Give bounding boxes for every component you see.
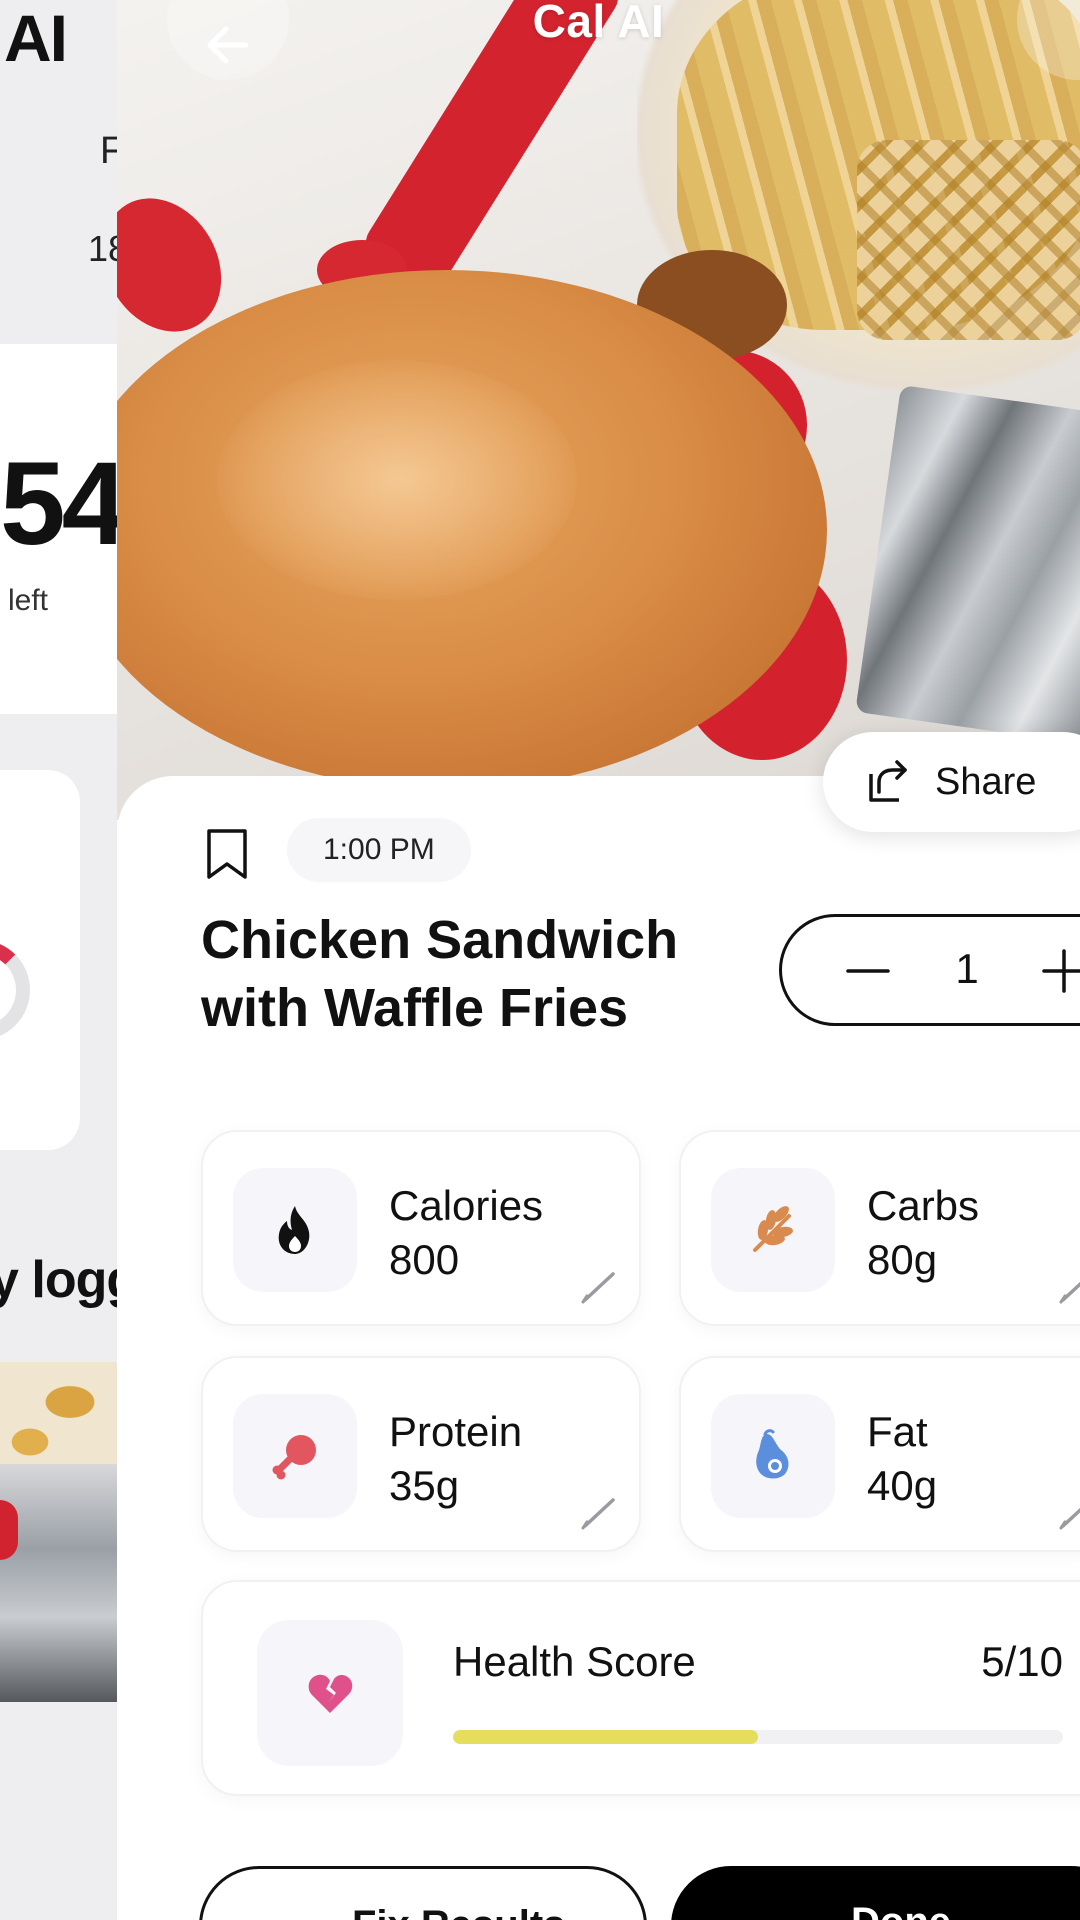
- share-icon: [869, 760, 907, 802]
- meal-detail-screen: Cal AI Share 1:00 PM Chicken Sandwich wi…: [117, 0, 1080, 1920]
- protein-value: 35g: [389, 1462, 460, 1509]
- calories-card[interactable]: Calories 800: [201, 1130, 641, 1326]
- pencil-icon[interactable]: [579, 1492, 619, 1532]
- minus-icon[interactable]: [842, 945, 894, 997]
- protein-label: Protein: [389, 1408, 523, 1455]
- health-score-label: Health Score: [453, 1638, 696, 1685]
- background-day-letter: F: [100, 130, 117, 172]
- done-button[interactable]: Done: [671, 1866, 1080, 1920]
- protein-icon-box: [233, 1394, 357, 1518]
- pencil-icon[interactable]: [1057, 1492, 1080, 1532]
- screen-title: Cal AI: [532, 0, 665, 47]
- carbs-value: 80g: [867, 1236, 938, 1283]
- quantity-stepper: 1: [779, 914, 1080, 1026]
- background-day-number: 18: [88, 228, 117, 269]
- food-name: Chicken Sandwich with Waffle Fries: [201, 910, 679, 1038]
- pencil-icon[interactable]: [1057, 1266, 1080, 1306]
- meal-time-chip: 1:00 PM: [287, 818, 471, 882]
- protein-card[interactable]: Protein 35g: [201, 1356, 641, 1552]
- carbs-label: Carbs: [867, 1182, 980, 1229]
- calories-value: 800: [389, 1236, 460, 1283]
- drumstick-icon: [272, 1435, 316, 1480]
- calories-label: Calories: [389, 1182, 544, 1229]
- carbs-card[interactable]: Carbs 80g: [679, 1130, 1080, 1326]
- background-app-title: AI: [4, 1, 68, 75]
- health-score-value: 5/10: [981, 1638, 1063, 1685]
- background-left-label: left: [8, 584, 49, 617]
- flame-icon: [278, 1206, 310, 1254]
- avocado-icon: [756, 1429, 789, 1479]
- health-score-card: Health Score 5/10: [201, 1580, 1080, 1796]
- background-thumbnail-accent: [0, 1500, 18, 1560]
- background-section-title: y logg: [0, 1251, 117, 1309]
- background-calories-left: 54: [0, 438, 117, 570]
- background-app: AI F 18 54 left y logg: [0, 0, 117, 1920]
- heart-broken-icon: [308, 1674, 353, 1713]
- fat-value: 40g: [867, 1462, 938, 1509]
- plus-icon[interactable]: [1038, 945, 1080, 997]
- calories-icon-box: [233, 1168, 357, 1292]
- share-button[interactable]: Share: [823, 732, 1080, 832]
- fat-card[interactable]: Fat 40g: [679, 1356, 1080, 1552]
- fix-results-button[interactable]: Fix Results: [199, 1866, 647, 1920]
- fat-label: Fat: [867, 1408, 928, 1455]
- health-icon-box: [257, 1620, 403, 1766]
- bookmark-icon[interactable]: [205, 828, 249, 880]
- food-photo: [117, 0, 1080, 820]
- health-score-track: [453, 1730, 1063, 1744]
- quantity-value: 1: [955, 945, 979, 992]
- share-label: Share: [935, 760, 1037, 803]
- pencil-icon[interactable]: [579, 1266, 619, 1306]
- fat-icon-box: [711, 1394, 835, 1518]
- wheat-icon: [753, 1206, 793, 1252]
- carbs-icon-box: [711, 1168, 835, 1292]
- health-score-fill: [453, 1730, 758, 1744]
